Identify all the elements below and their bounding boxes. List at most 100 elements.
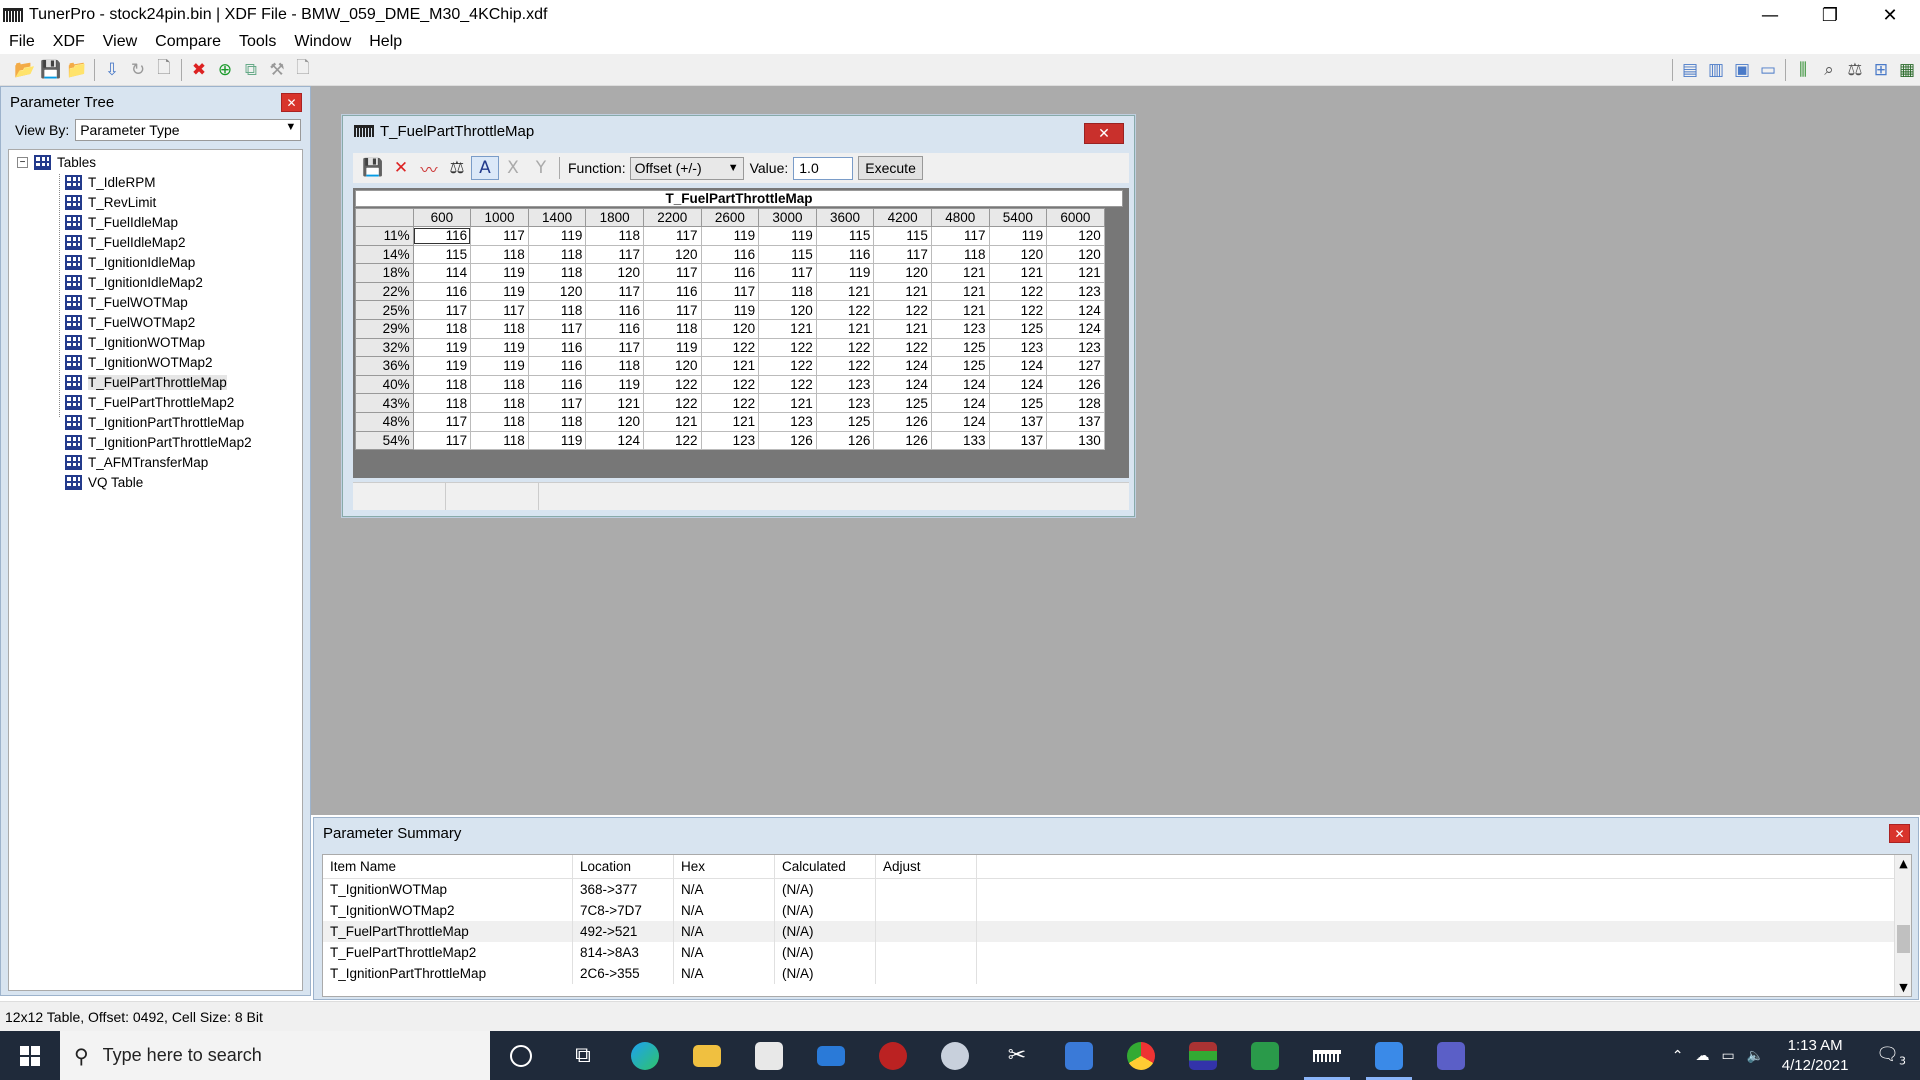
cloud-icon[interactable]: ☁ [1695,1048,1709,1064]
table-cell[interactable]: 116 [527,356,587,376]
open-xdf-icon[interactable]: 📁 [64,58,90,82]
reload-icon[interactable]: ↻ [125,58,151,82]
row-header-throttle[interactable]: 36% [355,356,414,376]
column-header[interactable]: Adjust [876,855,977,878]
table-cell[interactable]: 122 [815,356,875,376]
table-cell[interactable]: 123 [988,337,1048,358]
window-icon[interactable]: ▣ [1729,58,1755,82]
table-cell[interactable]: 116 [585,300,644,320]
table-cell[interactable]: 117 [700,281,760,302]
menu-compare[interactable]: Compare [146,33,230,51]
chevron-up-icon[interactable]: ⌃ [1672,1048,1684,1064]
table-cell[interactable]: 122 [873,300,932,320]
edit-icon[interactable]: A [471,156,499,180]
app-shield-icon[interactable] [862,1031,924,1080]
row-header-throttle[interactable]: 14% [355,244,414,265]
tools-icon[interactable]: ⚒ [264,58,290,82]
table-cell[interactable]: 119 [988,226,1048,246]
tree-item[interactable]: T_RevLimit [65,193,156,212]
table-cell[interactable]: 118 [470,318,529,339]
tree-item[interactable]: VQ Table [65,473,143,492]
load-bin-icon[interactable]: ⇩ [99,58,125,82]
table-cell[interactable]: 120 [873,263,932,283]
summary-row[interactable]: T_FuelPartThrottleMap 492->521 N/A (N/A) [323,921,1911,942]
column-header-rpm[interactable]: 3000 [758,208,817,227]
table-cell[interactable]: 118 [412,374,472,395]
close-panel-icon[interactable]: ✕ [1889,824,1910,843]
table-cell[interactable]: 122 [758,356,817,376]
table-cell[interactable]: 124 [988,374,1048,395]
table-cell[interactable]: 119 [585,374,644,395]
table-cell[interactable]: 117 [585,281,644,302]
table-cell[interactable]: 122 [815,337,875,358]
column-header[interactable]: Hex [674,855,775,878]
summary-scrollbar[interactable]: ▲ ▼ [1894,855,1911,996]
menu-help[interactable]: Help [360,33,411,51]
table-cell[interactable]: 118 [585,356,644,376]
table-cell[interactable]: 122 [815,300,875,320]
table-cell[interactable]: 121 [815,318,875,339]
compare-scale-icon[interactable]: ⚖ [1842,58,1868,82]
table-cell[interactable]: 119 [527,226,587,246]
tree-item[interactable]: T_IgnitionIdleMap2 [65,273,203,292]
table-cell[interactable]: 116 [412,281,472,302]
cortana-icon[interactable] [490,1031,552,1080]
mail-icon[interactable] [800,1031,862,1080]
table-cell[interactable]: 119 [700,300,760,320]
table-cell[interactable]: 117 [758,263,817,283]
column-header[interactable]: Location [573,855,674,878]
save-icon[interactable]: 💾 [38,58,64,82]
column-header[interactable]: Calculated [775,855,876,878]
table-cell[interactable]: 120 [758,300,817,320]
snipping-icon[interactable]: ✂ [986,1031,1048,1080]
table-cell[interactable]: 122 [758,337,817,358]
table-cell[interactable]: 114 [412,263,472,283]
table-cell[interactable]: 123 [700,430,760,451]
column-header-rpm[interactable]: 2200 [642,208,702,227]
column-header-rpm[interactable]: 1400 [527,208,587,227]
x-axis-icon[interactable]: X [499,156,527,180]
table-cell[interactable]: 119 [470,281,529,302]
app-green-icon[interactable] [1234,1031,1296,1080]
table-cell[interactable]: 126 [815,430,875,451]
split-view-icon[interactable]: ▥ [1703,58,1729,82]
start-button[interactable] [0,1031,60,1080]
tree-item[interactable]: T_IgnitionPartThrottleMap [65,413,244,432]
table-cell[interactable]: 120 [585,263,644,283]
table-cell[interactable]: 127 [1046,356,1105,376]
execute-button[interactable]: Execute [858,156,923,180]
row-header-throttle[interactable]: 11% [355,226,414,246]
column-header-rpm[interactable]: 2600 [700,208,760,227]
table-cell[interactable]: 118 [930,244,990,265]
table-cell[interactable]: 119 [527,430,587,451]
chrome-icon[interactable] [1110,1031,1172,1080]
steam-icon[interactable] [924,1031,986,1080]
table-cell[interactable]: 125 [988,393,1048,413]
table-cell[interactable]: 122 [642,430,702,451]
table-cell[interactable]: 121 [930,281,990,302]
table-cell[interactable]: 121 [642,411,702,432]
table-cell[interactable]: 121 [585,393,644,413]
tree-item[interactable]: T_IgnitionPartThrottleMap2 [65,433,252,452]
table-cell[interactable]: 121 [700,411,760,432]
table-cell[interactable]: 123 [758,411,817,432]
table-cell[interactable]: 115 [412,244,472,265]
column-header-rpm[interactable]: 600 [412,208,472,227]
file-explorer-icon[interactable] [676,1031,738,1080]
table-cell[interactable]: 118 [527,244,587,265]
table-cell[interactable]: 137 [988,411,1048,432]
table-cell[interactable]: 120 [1046,226,1105,246]
table-cell[interactable]: 122 [758,374,817,395]
table-cell[interactable]: 120 [527,281,587,302]
table-cell[interactable]: 120 [1046,244,1105,265]
table-cell[interactable]: 118 [470,393,529,413]
notepad-icon[interactable] [1358,1031,1420,1080]
table-cell[interactable]: 117 [585,337,644,358]
copy-icon[interactable]: ⧉ [238,58,264,82]
table-cell[interactable]: 117 [642,263,702,283]
table-cell[interactable]: 119 [642,337,702,358]
table-cell[interactable]: 117 [585,244,644,265]
table-cell[interactable]: 120 [585,411,644,432]
open-folder-icon[interactable]: 📂 [12,58,38,82]
table-cell[interactable]: 123 [1046,281,1105,302]
